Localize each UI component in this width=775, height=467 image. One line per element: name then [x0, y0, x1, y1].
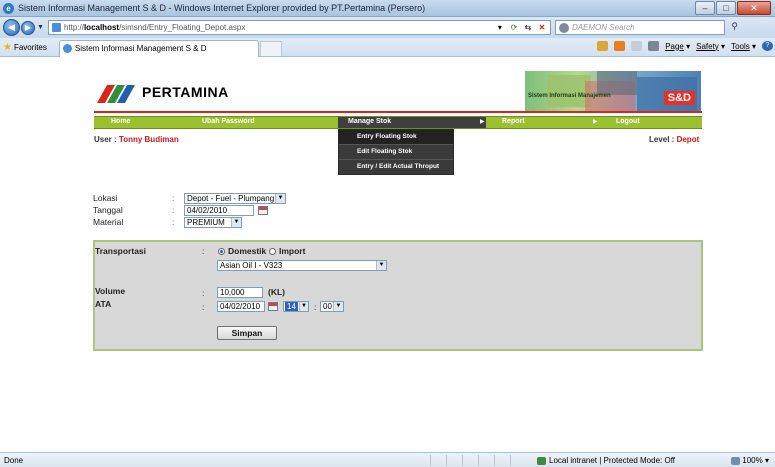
address-bar[interactable]: http://localhost/simsnd/Entry_Floating_D… [47, 20, 551, 35]
new-tab-button[interactable] [259, 40, 282, 56]
page-menu[interactable]: Page ▾ [665, 42, 690, 51]
status-text: Done [4, 456, 24, 465]
radio-domestik[interactable] [218, 248, 225, 255]
address-toolbar: ◀ ▶ ▼ http://localhost/simsnd/Entry_Floa… [0, 17, 775, 38]
banner-caption: Sistem Informasi Manajemen [528, 93, 611, 99]
domestik-label: Domestik [228, 246, 267, 256]
forward-icon[interactable]: ▶ [21, 20, 35, 35]
user-label: User : [94, 135, 119, 144]
material-label: Material [93, 217, 124, 227]
menu-report[interactable]: Report [502, 118, 525, 125]
maximize-button[interactable]: □ [716, 1, 736, 15]
transport-panel: Transportasi : Domestik Import Asian Oil… [93, 240, 703, 351]
window-title-bar: e Sistem Informasi Management S & D - Wi… [0, 0, 775, 17]
level-info: Level : Depot [649, 135, 699, 144]
chevron-down-icon: ▼ [299, 302, 308, 311]
ata-label: ATA [95, 299, 112, 309]
feeds-icon[interactable] [614, 41, 626, 51]
manage-stok-dropdown: Entry Floating Stok Edit Floating Stok E… [338, 129, 454, 175]
lokasi-select[interactable]: Depot - Fuel - Plumpang ▼ [184, 193, 286, 204]
back-icon[interactable]: ◀ [3, 19, 20, 36]
window-controls: – □ ✕ [695, 1, 771, 15]
favorites-bar: ★ Favorites Sistem Informasi Management … [0, 38, 775, 57]
search-box[interactable]: DAEMON Search ⚲ [554, 20, 738, 35]
status-bar: Done Local intranet | Protected Mode: Of… [0, 452, 775, 467]
compat-view-icon[interactable]: ▾ [494, 22, 506, 33]
help-icon[interactable]: ? [762, 41, 773, 51]
tools-menu[interactable]: Tools ▾ [731, 42, 756, 51]
ie-icon: e [3, 2, 14, 14]
home-icon[interactable] [597, 41, 609, 51]
intranet-icon [537, 456, 546, 465]
level-label: Level : [649, 135, 677, 144]
banner-tag: S&D [663, 91, 695, 105]
pertamina-logo-icon [97, 85, 135, 103]
search-input[interactable]: DAEMON Search [572, 23, 635, 32]
lokasi-label: Lokasi [93, 193, 118, 203]
page-icon [51, 23, 61, 32]
daemon-icon [558, 22, 569, 33]
history-dropdown-icon[interactable]: ▼ [37, 24, 44, 31]
report-arrow-icon: ▶ [593, 119, 598, 125]
favorites-button[interactable]: Favorites [14, 43, 47, 52]
minimize-button[interactable]: – [695, 1, 715, 15]
browser-tab[interactable]: Sistem Informasi Management S & D [58, 39, 259, 57]
page-content: PERTAMINA Sistem Informasi Manajemen S&D… [0, 57, 775, 452]
refresh-icon[interactable]: ⟳ [508, 22, 520, 33]
menu-ubah-password[interactable]: Ubah Password [202, 118, 255, 125]
transportasi-label: Transportasi [95, 246, 147, 256]
logo-text: PERTAMINA [142, 84, 229, 100]
menu-manage-stok[interactable]: Manage Stok [338, 117, 486, 128]
calendar-icon[interactable] [258, 206, 268, 215]
chevron-down-icon: ▼ [275, 194, 285, 203]
window-title: Sistem Informasi Management S & D - Wind… [18, 3, 426, 13]
menu-home[interactable]: Home [111, 118, 130, 125]
chevron-down-icon: ▼ [333, 302, 343, 311]
safety-menu[interactable]: Safety ▾ [696, 42, 725, 51]
stop-icon[interactable]: ✕ [536, 22, 548, 33]
header-divider [94, 111, 702, 113]
command-bar: Page ▾ Safety ▾ Tools ▾ ? [597, 41, 773, 51]
close-button[interactable]: ✕ [737, 1, 771, 15]
radio-import[interactable] [269, 248, 276, 255]
user-info: User : Tonny Budiman [94, 135, 179, 144]
simpan-button[interactable]: Simpan [217, 326, 277, 340]
menu-entry-floating-stok[interactable]: Entry Floating Stok [339, 130, 453, 144]
calendar-icon[interactable] [268, 302, 278, 311]
vessel-select[interactable]: Asian Oil I - V323 ▼ [217, 260, 387, 271]
status-cells [430, 455, 526, 466]
manage-stok-arrow-icon: ▶ [480, 119, 485, 125]
volume-unit: (KL) [268, 287, 285, 297]
compatibility-icon[interactable]: ⇆ [522, 22, 534, 33]
security-zone[interactable]: Local intranet | Protected Mode: Off [537, 456, 675, 465]
menu-entry-edit-actual-throput[interactable]: Entry / Edit Actual Throput [339, 160, 453, 174]
ata-minute-select[interactable]: 00 ▼ [320, 301, 344, 312]
print-icon[interactable] [648, 41, 660, 51]
search-icon[interactable]: ⚲ [731, 21, 738, 32]
chevron-down-icon: ▼ [376, 261, 386, 270]
volume-input[interactable]: 10,000 [217, 287, 263, 298]
level-value: Depot [676, 135, 700, 144]
tab-page-icon [62, 44, 72, 53]
zoom-control[interactable]: 100% ▾ [731, 456, 769, 465]
time-separator: : [314, 302, 317, 312]
url-text[interactable]: http://localhost/simsnd/Entry_Floating_D… [64, 23, 245, 32]
tanggal-label: Tanggal [93, 205, 123, 215]
material-select[interactable]: PREMIUM ▼ [184, 217, 242, 228]
mail-icon[interactable] [631, 41, 643, 51]
tab-title: Sistem Informasi Management S & D [74, 44, 207, 53]
menu-edit-floating-stok[interactable]: Edit Floating Stok [339, 145, 453, 159]
zoom-icon [731, 456, 741, 465]
tanggal-input[interactable]: 04/02/2010 [184, 205, 254, 216]
chevron-down-icon: ▼ [231, 218, 241, 227]
user-name: Tonny Budiman [118, 135, 179, 144]
menu-logout[interactable]: Logout [616, 118, 640, 125]
volume-label: Volume [95, 286, 126, 296]
favorites-star-icon[interactable]: ★ [3, 42, 12, 53]
ata-date-input[interactable]: 04/02/2010 [217, 301, 265, 312]
ata-hour-select[interactable]: 14 ▼ [283, 301, 309, 312]
import-label: Import [279, 246, 306, 256]
main-menu: Home Ubah Password Manage Stok ▶ Report … [94, 116, 702, 129]
banner-image: Sistem Informasi Manajemen S&D [525, 71, 701, 111]
